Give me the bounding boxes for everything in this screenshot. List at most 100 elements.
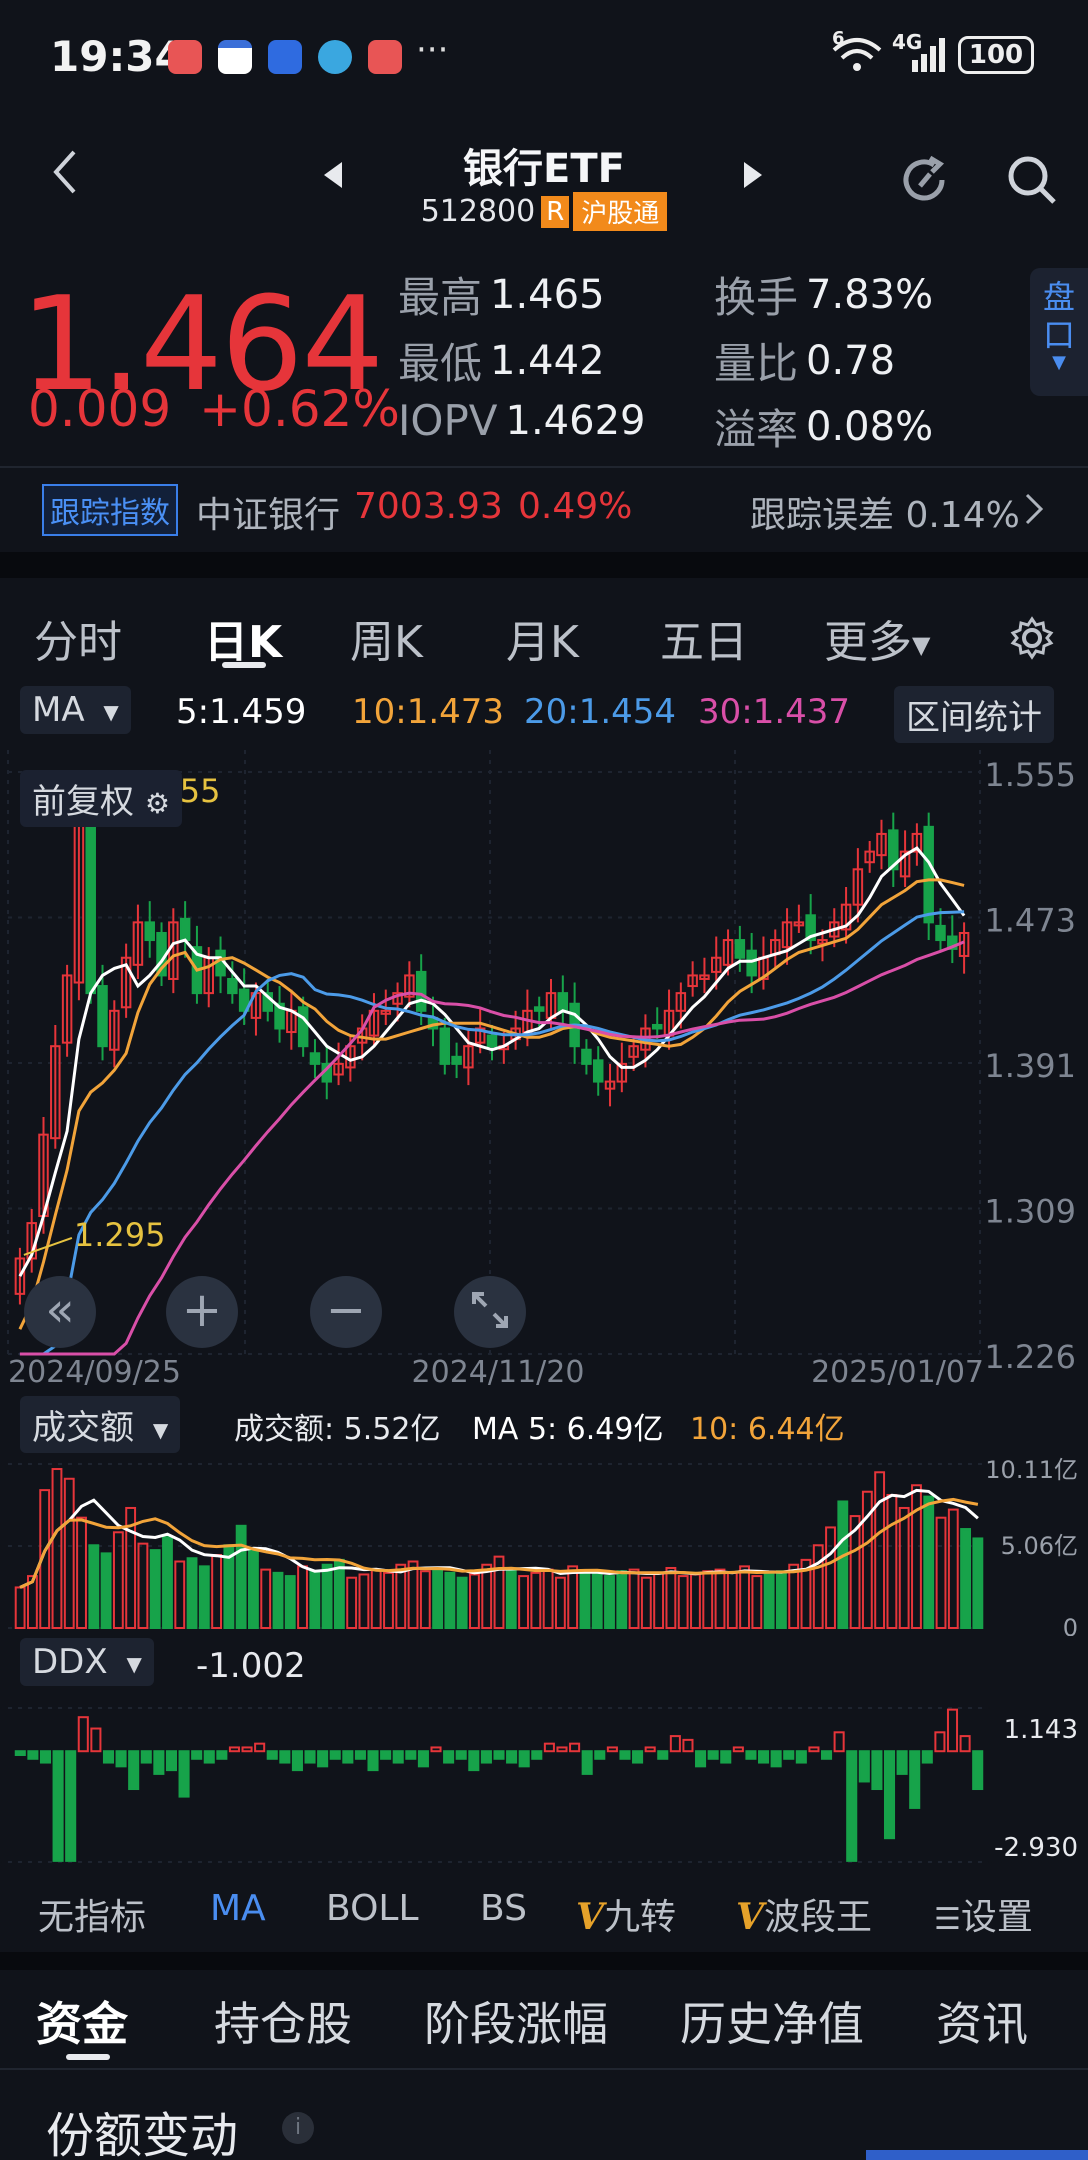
volume-bar	[284, 1575, 296, 1629]
tab-daily-k[interactable]: 日K	[204, 606, 282, 670]
indicator-wave-king[interactable]: V波段王	[736, 1888, 872, 1940]
volume-selector[interactable]: 成交额 ▼	[20, 1396, 181, 1453]
refresh-icon[interactable]	[896, 152, 952, 212]
price-change: 0.009	[28, 380, 172, 438]
stat-volume-ratio-label: 量比	[714, 339, 799, 388]
indicator-settings[interactable]: ☰设置	[934, 1888, 1033, 1940]
ddx-bar	[934, 1731, 946, 1753]
low-marker-label: 1.295	[74, 1216, 166, 1254]
tab-period-returns[interactable]: 阶段涨幅	[424, 1988, 608, 2054]
tab-news[interactable]: 资讯	[936, 1988, 1028, 2054]
stat-high-label: 最高	[398, 273, 483, 322]
tab-five-day[interactable]: 五日	[660, 606, 748, 670]
volume-ma5: MA 5: 6.49亿	[472, 1412, 664, 1447]
tab-weekly-k[interactable]: 周K	[350, 606, 423, 670]
candle-body	[297, 1006, 309, 1048]
volume-bar	[640, 1576, 652, 1630]
stat-low-label: 最低	[398, 339, 483, 388]
tab-more[interactable]: 更多▼	[824, 606, 930, 670]
stat-volume-ratio-value: 0.78	[806, 337, 896, 384]
scroll-left-icon[interactable]: «	[24, 1276, 96, 1348]
ddx-chart[interactable]: 1.143 -2.930	[0, 1690, 1088, 1872]
volume-bar	[677, 1575, 689, 1629]
ddx-bar	[354, 1750, 366, 1760]
ddx-bar	[468, 1750, 480, 1772]
ddx-bar	[846, 1750, 858, 1862]
stat-turnover-value: 7.83%	[806, 271, 934, 318]
candle-body	[746, 949, 757, 977]
volume-bar	[935, 1516, 947, 1629]
volume-bar	[690, 1573, 701, 1629]
adjustment-selector[interactable]: 前复权 ⚙	[20, 770, 182, 827]
candle-body	[486, 1034, 498, 1048]
order-book-button[interactable]: 盘口 ▼	[1030, 268, 1088, 396]
ddx-bar	[443, 1750, 455, 1764]
tab-monthly-k[interactable]: 月K	[506, 606, 579, 670]
tab-nav-history[interactable]: 历史净值	[680, 1988, 864, 2054]
ddx-bar	[39, 1750, 52, 1764]
ma-selector[interactable]: MA ▼	[20, 686, 131, 734]
tracking-index-row[interactable]: 跟踪指数 中证银行 7003.93 0.49% 跟踪误差 0.14%	[0, 470, 1088, 552]
stat-premium-label: 溢率	[714, 405, 799, 454]
ddx-bar	[732, 1746, 744, 1753]
volume-bar	[333, 1558, 345, 1629]
tab-funds[interactable]: 资金	[36, 1988, 128, 2054]
info-icon[interactable]: i	[282, 2112, 314, 2144]
tracking-index-pct: 0.49%	[518, 486, 633, 527]
candle-body	[97, 985, 108, 1048]
volume-bar	[211, 1554, 223, 1629]
volume-bar	[14, 1586, 26, 1629]
tab-intraday[interactable]: 分时	[34, 606, 122, 670]
ddx-bar	[254, 1742, 266, 1753]
candle-body	[923, 825, 934, 924]
section-title: 份额变动	[46, 2108, 239, 2160]
indicator-boll[interactable]: BOLL	[326, 1888, 419, 1929]
indicator-bs[interactable]: BS	[480, 1888, 527, 1929]
fullscreen-icon[interactable]	[454, 1276, 526, 1348]
ddx-bar	[27, 1750, 39, 1760]
indicator-ma[interactable]: MA	[210, 1888, 266, 1929]
volume-bar	[874, 1471, 886, 1630]
zoom-in-icon[interactable]: +	[166, 1276, 238, 1348]
ddx-bar	[228, 1746, 240, 1753]
ddx-bar	[657, 1750, 669, 1760]
stat-volume-ratio: 量比 0.78	[714, 330, 895, 391]
ddx-bar	[153, 1750, 165, 1775]
indicator-none[interactable]: 无指标	[38, 1888, 146, 1940]
volume-chart[interactable]: 10.11亿 5.06亿 0	[0, 1450, 1088, 1636]
ddx-bar	[833, 1731, 845, 1753]
search-icon[interactable]	[1004, 152, 1060, 212]
ddx-bar	[203, 1750, 215, 1764]
ddx-bar	[972, 1750, 984, 1791]
volume-bar	[702, 1570, 714, 1630]
volume-bar	[76, 1516, 87, 1629]
ddx-bar	[77, 1716, 89, 1753]
zoom-out-icon[interactable]: −	[310, 1276, 382, 1348]
ddx-bar	[720, 1750, 732, 1764]
volume-bar	[567, 1565, 579, 1629]
volume-selector-label: 成交额	[32, 1408, 134, 1448]
ddx-bar	[140, 1750, 152, 1764]
chart-settings-gear-icon[interactable]	[1010, 616, 1054, 664]
range-stats-button[interactable]: 区间统计	[894, 686, 1054, 743]
indicator-settings-label: 设置	[960, 1897, 1033, 1938]
indicator-nine-turn[interactable]: V九转	[576, 1888, 676, 1940]
ddx-selector[interactable]: DDX ▼	[20, 1638, 154, 1686]
volume-bar	[911, 1484, 922, 1630]
volume-bar	[886, 1493, 898, 1629]
ddx-bar	[417, 1750, 429, 1768]
tab-holdings[interactable]: 持仓股	[214, 1988, 352, 2054]
volume-bar	[198, 1565, 210, 1629]
kline-chart[interactable]: 1.5551.4731.3911.3091.2261.5551.2952024/…	[0, 744, 1088, 1394]
ddx-bar	[279, 1750, 291, 1764]
ddx-bar	[178, 1750, 190, 1798]
caret-down-icon: ▼	[126, 1651, 142, 1676]
stat-turnover-label: 换手	[714, 273, 799, 322]
volume-bar	[923, 1495, 935, 1629]
ddx-bar	[783, 1750, 795, 1760]
volume-bar	[579, 1573, 591, 1629]
ddx-bar	[493, 1750, 505, 1760]
ddx-bar	[291, 1750, 303, 1772]
y-tick-label: 1.309	[984, 1193, 1076, 1231]
ma-selector-label: MA	[32, 690, 85, 730]
